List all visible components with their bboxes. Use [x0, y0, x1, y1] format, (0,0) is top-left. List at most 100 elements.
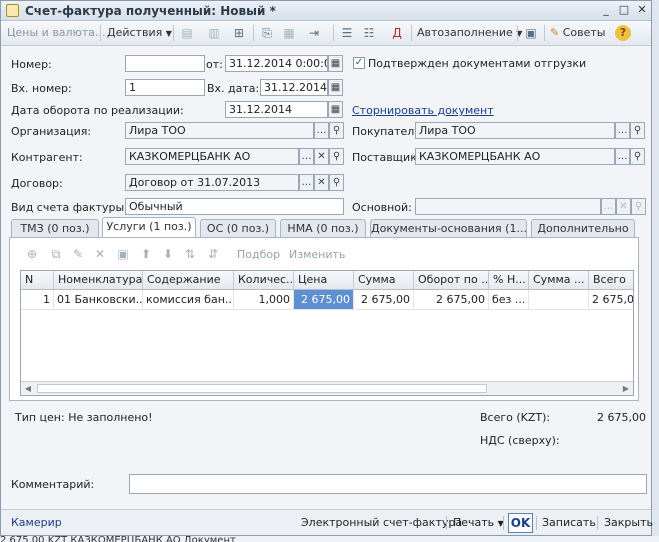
structure-icon[interactable]: ☷	[361, 25, 377, 41]
column-header[interactable]: Содержание	[143, 271, 234, 290]
goto-dropdown-icon[interactable]: ⇥	[306, 25, 322, 41]
table-cell[interactable]: без ...	[489, 290, 529, 310]
table-cell[interactable]: 1,000	[234, 290, 294, 310]
column-header[interactable]: Номенклатура	[54, 271, 143, 290]
pick-button[interactable]: Подбор	[237, 248, 280, 261]
open-icon[interactable]: ⚲	[329, 148, 344, 165]
clear-icon[interactable]: ✕	[616, 198, 631, 215]
tab-additional[interactable]: Дополнительно	[531, 219, 635, 237]
table-cell[interactable]	[529, 290, 589, 310]
notes-icon[interactable]: ▣	[523, 25, 539, 41]
close-window-button[interactable]: ✕	[635, 3, 649, 17]
save-button[interactable]: Записать	[542, 515, 596, 531]
in-number-field[interactable]: 1	[125, 79, 205, 96]
turnover-date-field[interactable]: 31.12.2014	[225, 101, 328, 118]
column-header[interactable]: % Н...	[489, 271, 529, 290]
comment-field[interactable]	[129, 474, 647, 494]
number-field[interactable]	[125, 55, 205, 72]
ok-button[interactable]: OK	[508, 513, 533, 533]
contract-field[interactable]: Договор от 31.07.2013	[125, 174, 299, 191]
add-document-icon[interactable]: ⊞	[231, 25, 247, 41]
tab-services[interactable]: Услуги (1 поз.)	[102, 217, 196, 238]
tab-basis-documents[interactable]: Документы-основания (1...	[370, 219, 527, 237]
calendar-icon[interactable]: ▦	[328, 55, 343, 72]
horizontal-scrollbar[interactable]: ◀ ▶	[21, 381, 633, 395]
scroll-left-icon[interactable]: ◀	[21, 382, 35, 395]
actions-menu-button[interactable]: Действия ▼	[107, 24, 172, 42]
tips-button[interactable]: ✎ Советы	[550, 24, 605, 42]
column-header[interactable]: Всего	[589, 271, 633, 290]
add-row-icon[interactable]: ⊕	[24, 246, 40, 262]
open-icon[interactable]: ⚲	[329, 174, 344, 191]
select-button[interactable]: …	[601, 198, 616, 215]
close-button[interactable]: Закрыть	[604, 515, 653, 531]
select-button[interactable]: …	[299, 174, 314, 191]
column-header[interactable]: N	[21, 271, 54, 290]
toolbar-separator	[517, 25, 518, 41]
open-icon[interactable]: ⚲	[631, 198, 646, 215]
edit-button[interactable]: Изменить	[289, 248, 345, 261]
column-header[interactable]: Сумма	[354, 271, 414, 290]
minimize-button[interactable]: _	[599, 3, 613, 17]
delete-row-icon[interactable]: ✕	[92, 246, 108, 262]
select-button[interactable]: …	[615, 122, 630, 139]
help-icon[interactable]: ?	[615, 25, 631, 41]
select-button[interactable]: …	[299, 148, 314, 165]
calendar-icon[interactable]: ▦	[328, 101, 343, 118]
confirmed-checkbox[interactable]: ✓	[353, 57, 365, 69]
basis-field[interactable]	[415, 198, 601, 215]
print-menu-button[interactable]: Печать ▼	[453, 515, 504, 532]
table-cell[interactable]: 2 675,0	[589, 290, 633, 310]
prices-currency-button[interactable]: Цены и валюта...	[7, 24, 105, 42]
dt-kt-icon[interactable]: Д	[389, 25, 405, 41]
list-view-icon[interactable]: ☰	[339, 25, 355, 41]
calendar-icon[interactable]: ▦	[328, 79, 343, 96]
sort-asc-icon[interactable]: ⇅	[182, 246, 198, 262]
column-header[interactable]: Цена	[294, 271, 354, 290]
table-cell[interactable]: 2 675,00	[354, 290, 414, 310]
table-cell[interactable]: 01 Банковски...	[54, 290, 143, 310]
author-link[interactable]: Камерир	[11, 515, 62, 531]
einvoice-button[interactable]: Электронный счет-фактура	[301, 515, 462, 531]
maximize-button[interactable]: □	[617, 3, 631, 17]
storno-link[interactable]: Сторнировать документ	[352, 104, 494, 117]
sort-desc-icon[interactable]: ⇵	[205, 246, 221, 262]
organization-field[interactable]: Лира ТОО	[125, 122, 314, 139]
scroll-right-icon[interactable]: ▶	[619, 382, 633, 395]
tab-fixed-assets[interactable]: ОС (0 поз.)	[200, 219, 276, 237]
select-button[interactable]: …	[615, 148, 630, 165]
copy-row-icon[interactable]: ⧉	[48, 246, 64, 262]
tab-intangibles[interactable]: НМА (0 поз.)	[280, 219, 366, 237]
post-document-icon[interactable]: ▤	[179, 25, 195, 41]
column-header[interactable]: Количес...	[234, 271, 294, 290]
supplier-field[interactable]: КАЗКОМЕРЦБАНК АО	[415, 148, 615, 165]
open-icon[interactable]: ⚲	[630, 148, 645, 165]
tab-tmz[interactable]: ТМЗ (0 поз.)	[11, 219, 99, 237]
edit-row-icon[interactable]: ✎	[70, 246, 86, 262]
unpost-document-icon[interactable]: ▥	[206, 25, 222, 41]
open-icon[interactable]: ⚲	[329, 122, 344, 139]
table-cell[interactable]: комиссия бан...	[143, 290, 234, 310]
table-cell[interactable]: 2 675,00	[294, 290, 354, 310]
open-icon[interactable]: ⚲	[630, 122, 645, 139]
table-cell[interactable]: 2 675,00	[414, 290, 489, 310]
column-header[interactable]: Оборот по ...	[414, 271, 489, 290]
table-cell[interactable]: 1	[21, 290, 54, 310]
date-field[interactable]: 31.12.2014 0:00:00	[225, 55, 328, 72]
scrollbar-thumb[interactable]	[37, 384, 487, 393]
autofill-menu-button[interactable]: Автозаполнение ▼	[417, 24, 522, 42]
contractor-label: Контрагент:	[11, 151, 83, 164]
move-down-icon[interactable]: ⬇	[160, 246, 176, 262]
in-date-field[interactable]: 31.12.2014	[260, 79, 328, 96]
column-header[interactable]: Сумма ...	[529, 271, 589, 290]
select-button[interactable]: …	[314, 122, 329, 139]
reports-icon[interactable]: ▦	[281, 25, 297, 41]
invoice-type-field[interactable]: Обычный	[125, 198, 344, 215]
copy-document-icon[interactable]: ⎘	[259, 25, 275, 41]
save-row-icon[interactable]: ▣	[115, 246, 131, 262]
clear-icon[interactable]: ✕	[314, 148, 329, 165]
contractor-field[interactable]: КАЗКОМЕРЦБАНК АО	[125, 148, 299, 165]
buyer-field[interactable]: Лира ТОО	[415, 122, 615, 139]
move-up-icon[interactable]: ⬆	[138, 246, 154, 262]
clear-icon[interactable]: ✕	[314, 174, 329, 191]
